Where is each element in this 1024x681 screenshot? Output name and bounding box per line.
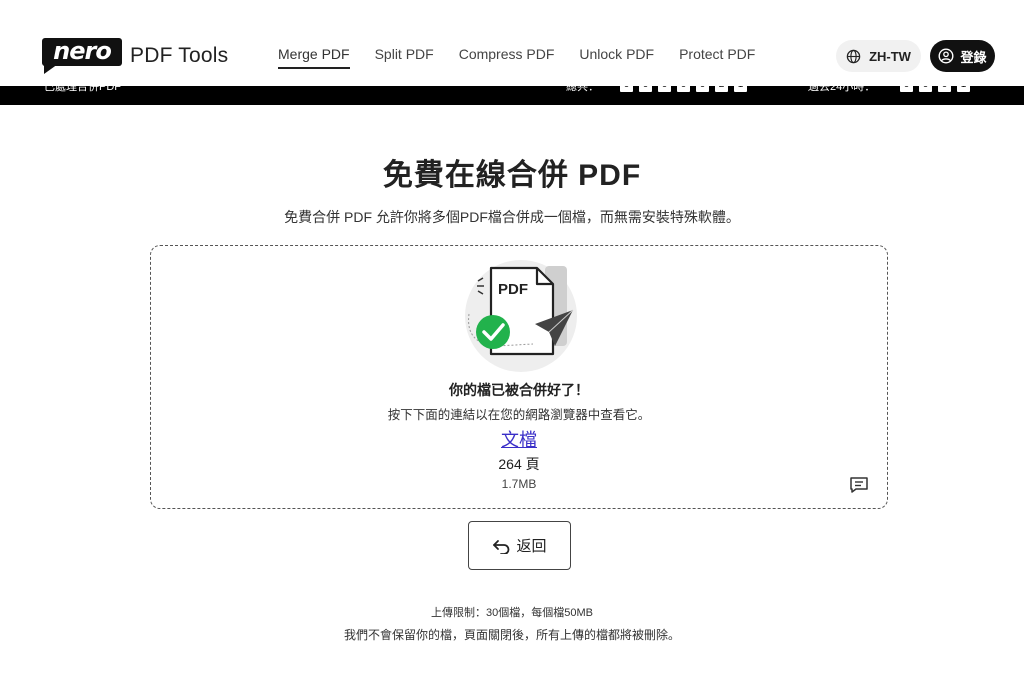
file-size: 1.7MB <box>501 477 537 491</box>
nav-split-pdf[interactable]: Split PDF <box>375 46 434 69</box>
nav-compress-pdf[interactable]: Compress PDF <box>459 46 555 69</box>
privacy-note: 我們不會保留你的檔，頁面關閉後，所有上傳的檔都將被刪除。 <box>343 628 680 642</box>
nav-merge-pdf[interactable]: Merge PDF <box>278 46 350 69</box>
counter-digit: 0 <box>677 86 690 92</box>
login-button[interactable]: 登錄 <box>930 40 995 72</box>
counter-digit: 1 <box>734 86 747 92</box>
page-subtitle: 免費合併 PDF 允許你將多個PDF檔合併成一個檔，而無需安裝特殊軟體。 <box>284 209 740 225</box>
login-label: 登錄 <box>960 49 987 65</box>
site-header: nero PDF Tools Merge PDF Split PDF Compr… <box>0 0 1024 86</box>
stats-ticker-bar: 已處理合併PDF 總共： 0 0 0 0 0 2 1 過去24小時： 0 0 0… <box>0 86 1024 105</box>
counter-digit: 0 <box>919 86 932 92</box>
language-button[interactable]: ZH-TW <box>836 40 921 72</box>
merged-document-link[interactable]: 文檔 <box>151 426 887 452</box>
merged-pdf-illustration: PDF <box>465 260 577 372</box>
ticker-total-counter: 0 0 0 0 0 2 1 <box>620 86 747 92</box>
counter-digit: 1 <box>957 86 970 92</box>
result-panel: PDF 你的檔已被合併好了！ 按下下面的連結以在您的網路瀏覽器中查看它。 文檔 … <box>150 245 888 509</box>
counter-digit: 0 <box>938 86 951 92</box>
pdf-label: PDF <box>498 281 528 298</box>
nav-unlock-pdf[interactable]: Unlock PDF <box>579 46 654 69</box>
ticker-total-label: 總共： <box>566 86 599 93</box>
counter-digit: 2 <box>715 86 728 92</box>
language-label: ZH-TW <box>869 48 911 64</box>
nero-logo-mark: nero <box>42 36 122 76</box>
ticker-left-text: 已處理合併PDF <box>44 86 121 93</box>
user-circle-icon <box>938 48 954 64</box>
upload-limit-note: 上傳限制：30個檔，每個檔50MB <box>431 607 593 619</box>
nav-protect-pdf[interactable]: Protect PDF <box>679 46 755 69</box>
merge-done-title: 你的檔已被合併好了！ <box>449 382 589 398</box>
globe-icon <box>846 49 861 63</box>
main-nav: Merge PDF Split PDF Compress PDF Unlock … <box>278 46 780 69</box>
counter-digit: 0 <box>900 86 913 92</box>
counter-digit: 0 <box>658 86 671 92</box>
merge-done-description: 按下下面的連結以在您的網路瀏覽器中查看它。 <box>387 408 651 422</box>
brand-product-name: PDF Tools <box>130 44 229 67</box>
ticker-24h-label: 過去24小時： <box>808 86 876 93</box>
counter-digit: 0 <box>639 86 652 92</box>
page-count: 264 頁 <box>498 456 540 472</box>
counter-digit: 0 <box>620 86 633 92</box>
page-title: 免費在線合併 PDF <box>382 159 642 192</box>
nero-logo[interactable]: nero PDF Tools <box>42 36 228 76</box>
nero-wordmark: nero <box>42 38 122 66</box>
counter-digit: 0 <box>696 86 709 92</box>
back-button-label: 返回 <box>516 538 547 555</box>
ticker-24h-counter: 0 0 0 1 <box>900 86 970 92</box>
feedback-icon[interactable] <box>849 476 869 494</box>
undo-arrow-icon <box>493 539 510 554</box>
back-button[interactable]: 返回 <box>468 521 571 570</box>
